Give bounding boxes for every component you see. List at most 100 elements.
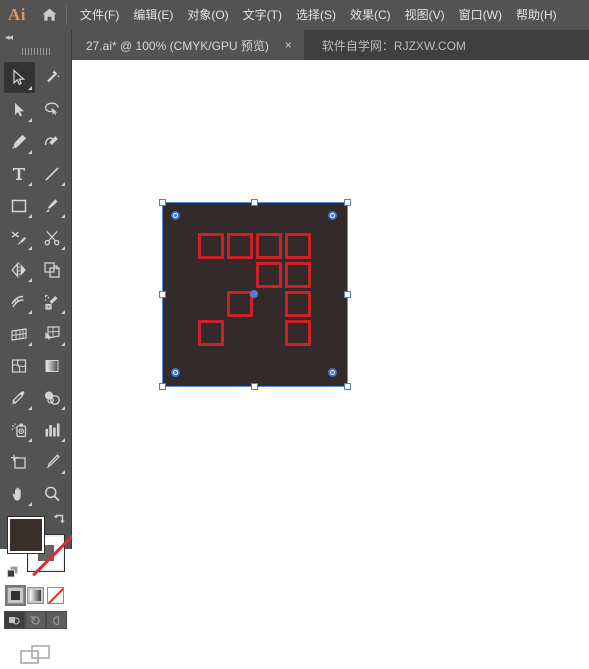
perspective-grid-tool[interactable]: [4, 318, 35, 349]
symbol-sprayer-tool[interactable]: [4, 414, 35, 445]
draw-normal-button[interactable]: [4, 611, 25, 629]
fill-color-swatch[interactable]: [7, 517, 44, 553]
anchor-bottom-right[interactable]: [328, 368, 337, 377]
menu-item-object[interactable]: 对象(O): [180, 0, 235, 30]
artwork-cell-square[interactable]: [227, 291, 253, 317]
menu-item-window[interactable]: 窗口(W): [452, 0, 509, 30]
tool-flyout-indicator: [60, 182, 65, 186]
tool-flyout-indicator: [27, 342, 32, 346]
tool-flyout-indicator: [27, 406, 32, 410]
artwork-cell-square[interactable]: [227, 233, 253, 259]
panel-drag-grip[interactable]: [0, 44, 71, 58]
gradient-tool[interactable]: [37, 350, 68, 381]
document-canvas[interactable]: [72, 60, 589, 549]
menu-item-file[interactable]: 文件(F): [73, 0, 126, 30]
free-transform-tool[interactable]: [37, 254, 68, 285]
handle-top-center[interactable]: [251, 199, 258, 206]
artwork-cell-square[interactable]: [256, 262, 282, 288]
close-icon[interactable]: ×: [281, 37, 296, 53]
artwork-cell-square[interactable]: [285, 233, 311, 259]
draw-inside-button[interactable]: [46, 611, 67, 629]
hand-tool[interactable]: [4, 478, 35, 509]
reflect-tool[interactable]: [4, 254, 35, 285]
menu-item-edit[interactable]: 编辑(E): [126, 0, 180, 30]
zoom-tool[interactable]: [37, 478, 68, 509]
menu-bar: Ai 文件(F) 编辑(E) 对象(O) 文字(T) 选择(S) 效果(C) 视…: [0, 0, 589, 30]
draw-behind-button[interactable]: [25, 611, 46, 629]
magic-wand-tool[interactable]: [37, 62, 68, 93]
tool-flyout-indicator: [27, 118, 32, 122]
handle-top-left[interactable]: [159, 199, 166, 206]
handle-top-right[interactable]: [344, 199, 351, 206]
home-icon[interactable]: [34, 0, 64, 30]
paint-mode-row: [0, 585, 71, 606]
document-tab-bar: 27.ai* @ 100% (CMYK/GPU 预览) × 软件自学网：RJZX…: [72, 30, 589, 60]
tool-flyout-indicator: [60, 470, 65, 474]
menu-item-view[interactable]: 视图(V): [398, 0, 452, 30]
app-logo: Ai: [8, 5, 26, 24]
tool-flyout-indicator: [60, 342, 65, 346]
menu-item-help[interactable]: 帮助(H): [509, 0, 564, 30]
tools-panel: ◂◂: [0, 30, 72, 664]
anchor-top-left[interactable]: [171, 211, 180, 220]
tool-flyout-indicator: [60, 310, 65, 314]
artboard-tool[interactable]: [4, 446, 35, 477]
tool-flyout-indicator: [27, 278, 32, 282]
selection-center-point[interactable]: [250, 290, 258, 298]
document-tab[interactable]: 27.ai* @ 100% (CMYK/GPU 预览) ×: [72, 30, 304, 60]
document-tab-label: 27.ai* @ 100% (CMYK/GPU 预览): [86, 38, 269, 53]
menu-item-effect[interactable]: 效果(C): [343, 0, 398, 30]
artwork-cell-square[interactable]: [198, 320, 224, 346]
shape-builder-tool[interactable]: [37, 286, 68, 317]
anchor-bottom-left[interactable]: [171, 368, 180, 377]
width-tool[interactable]: [4, 286, 35, 317]
color-mode-button[interactable]: [5, 585, 26, 606]
rectangle-tool[interactable]: [4, 190, 35, 221]
handle-bottom-left[interactable]: [159, 383, 166, 390]
swap-fill-stroke-icon[interactable]: [52, 513, 66, 527]
menu-item-select[interactable]: 选择(S): [289, 0, 343, 30]
tool-flyout-indicator: [60, 438, 65, 442]
selection-tool[interactable]: [3, 62, 35, 93]
tool-flyout-indicator: [27, 150, 32, 154]
none-mode-button[interactable]: [47, 587, 64, 604]
lasso-tool[interactable]: [37, 94, 68, 125]
gradient-mode-button[interactable]: [27, 587, 44, 604]
menu-divider: [66, 6, 67, 24]
handle-middle-left[interactable]: [159, 291, 166, 298]
tool-flyout-indicator: [60, 214, 65, 218]
direct-selection-tool[interactable]: [4, 94, 35, 125]
line-segment-tool[interactable]: [37, 158, 68, 189]
handle-bottom-center[interactable]: [251, 383, 258, 390]
type-tool[interactable]: [4, 158, 35, 189]
artwork-cell-square[interactable]: [285, 320, 311, 346]
paintbrush-tool[interactable]: [37, 190, 68, 221]
tool-flyout-indicator: [27, 438, 32, 442]
slice-tool[interactable]: [37, 446, 68, 477]
pen-tool[interactable]: [4, 126, 35, 157]
blend-tool[interactable]: [37, 382, 68, 413]
eyedropper-tool[interactable]: [4, 382, 35, 413]
artwork-cell-square[interactable]: [285, 291, 311, 317]
column-graph-tool[interactable]: [37, 414, 68, 445]
tool-flyout-indicator: [27, 182, 32, 186]
artwork-cell-square[interactable]: [285, 262, 311, 288]
tool-flyout-indicator: [27, 246, 32, 250]
menu-item-list: 文件(F) 编辑(E) 对象(O) 文字(T) 选择(S) 效果(C) 视图(V…: [73, 0, 564, 30]
scissors-tool[interactable]: [37, 222, 68, 253]
menu-item-type[interactable]: 文字(T): [236, 0, 289, 30]
curvature-tool[interactable]: [37, 126, 68, 157]
illustrator-window: Ai 文件(F) 编辑(E) 对象(O) 文字(T) 选择(S) 效果(C) 视…: [0, 0, 589, 664]
handle-bottom-right[interactable]: [344, 383, 351, 390]
tool-flyout-indicator: [27, 214, 32, 218]
collapse-panel-icon[interactable]: ◂◂: [0, 30, 71, 44]
perspective-selection-tool[interactable]: [37, 318, 68, 349]
shaper-tool[interactable]: [4, 222, 35, 253]
mesh-tool[interactable]: [4, 350, 35, 381]
artwork-cell-square[interactable]: [198, 233, 224, 259]
handle-middle-right[interactable]: [344, 291, 351, 298]
change-screen-mode-button[interactable]: [0, 643, 71, 669]
anchor-top-right[interactable]: [328, 211, 337, 220]
default-fill-stroke-icon[interactable]: [6, 565, 20, 579]
artwork-cell-square[interactable]: [256, 233, 282, 259]
